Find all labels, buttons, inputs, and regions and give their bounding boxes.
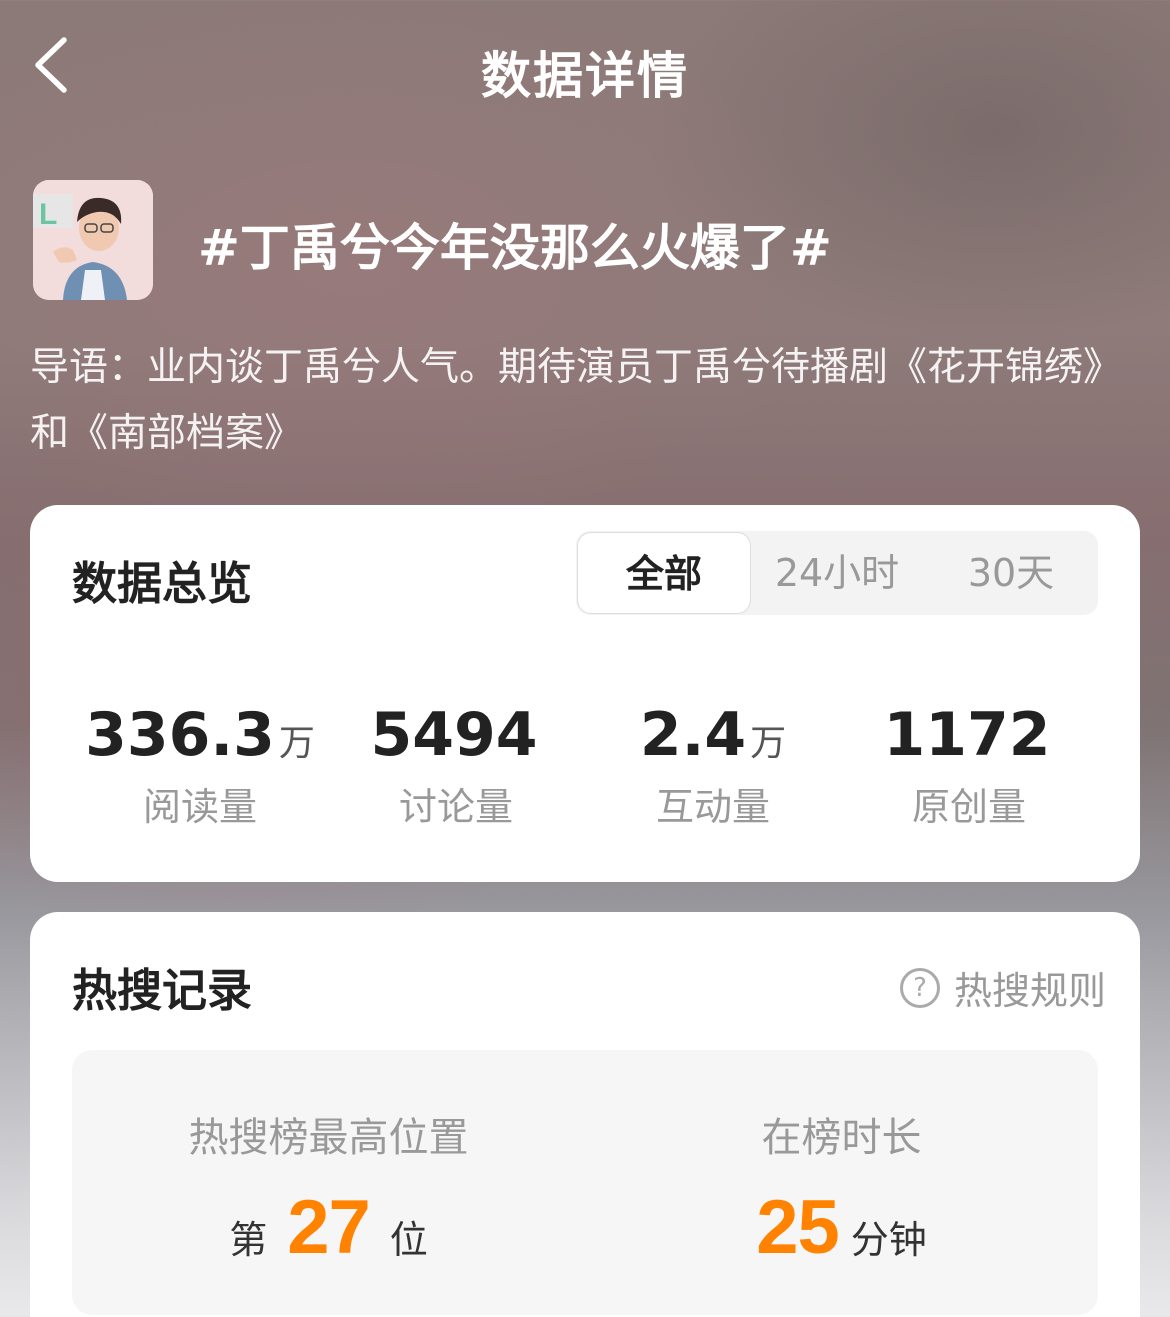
stat-discussions: 5494 讨论量 [326, 695, 586, 832]
stat-value: 5494 [370, 700, 538, 770]
peak-position: 热搜榜最高位置 第 27 位 [72, 1050, 585, 1288]
stats-row: 336.3 万 阅读量 5494 讨论量 2.4 万 互动量 1172 原创量 [30, 695, 1140, 835]
topic-title: #丁禹兮今年没那么火爆了# [198, 219, 832, 277]
stat-reads: 336.3 万 阅读量 [70, 695, 330, 832]
tab-30d[interactable]: 30天 [924, 531, 1098, 615]
hot-search-card: 热搜记录 ? 热搜规则 热搜榜最高位置 第 27 位 在榜时长 25 分钟 [30, 912, 1140, 1317]
stat-unit: 万 [278, 723, 315, 764]
stat-label: 原创量 [911, 785, 1026, 829]
hot-search-title: 热搜记录 [72, 964, 253, 1017]
topic-intro: 导语：业内谈丁禹兮人气。期待演员丁禹兮待播剧《花开锦绣》和《南部档案》 [30, 345, 1123, 456]
topic-header: L #丁禹兮今年没那么火爆了# [33, 180, 1143, 300]
stat-value: 336.3 [85, 700, 275, 770]
hot-search-rules-link[interactable]: ? 热搜规则 [899, 960, 1106, 1015]
duration-label: 在榜时长 [761, 1115, 922, 1161]
duration-value: 25 [756, 1185, 840, 1270]
hot-search-summary: 热搜榜最高位置 第 27 位 在榜时长 25 分钟 [72, 1050, 1098, 1315]
avatar-image: L [33, 180, 153, 300]
tab-24h[interactable]: 24小时 [750, 531, 924, 615]
peak-value: 27 [287, 1185, 371, 1270]
peak-suffix: 位 [389, 1218, 428, 1262]
overview-title: 数据总览 [72, 557, 253, 610]
topic-avatar[interactable]: L [33, 180, 153, 300]
svg-text:L: L [39, 198, 57, 231]
stat-value: 1172 [883, 700, 1051, 770]
duration-on-list: 在榜时长 25 分钟 [585, 1050, 1098, 1288]
stat-label: 互动量 [655, 785, 770, 829]
nav-header: 数据详情 [0, 0, 1170, 135]
peak-label: 热搜榜最高位置 [188, 1115, 469, 1161]
peak-prefix: 第 [229, 1218, 268, 1262]
stat-label: 讨论量 [398, 785, 513, 829]
overview-card: 数据总览 全部 24小时 30天 336.3 万 阅读量 5494 讨论量 2.4… [30, 505, 1140, 882]
time-range-tabs: 全部 24小时 30天 [576, 531, 1098, 615]
stat-value: 2.4 [639, 700, 747, 770]
question-circle-icon: ? [899, 967, 940, 1008]
stat-interactions: 2.4 万 互动量 [583, 695, 843, 832]
page-title: 数据详情 [481, 47, 689, 105]
stat-originals: 1172 原创量 [839, 695, 1099, 832]
stat-unit: 万 [750, 723, 787, 764]
rules-label: 热搜规则 [953, 969, 1106, 1013]
stat-label: 阅读量 [142, 785, 257, 829]
tab-all[interactable]: 全部 [577, 532, 751, 614]
duration-suffix: 分钟 [850, 1218, 927, 1262]
